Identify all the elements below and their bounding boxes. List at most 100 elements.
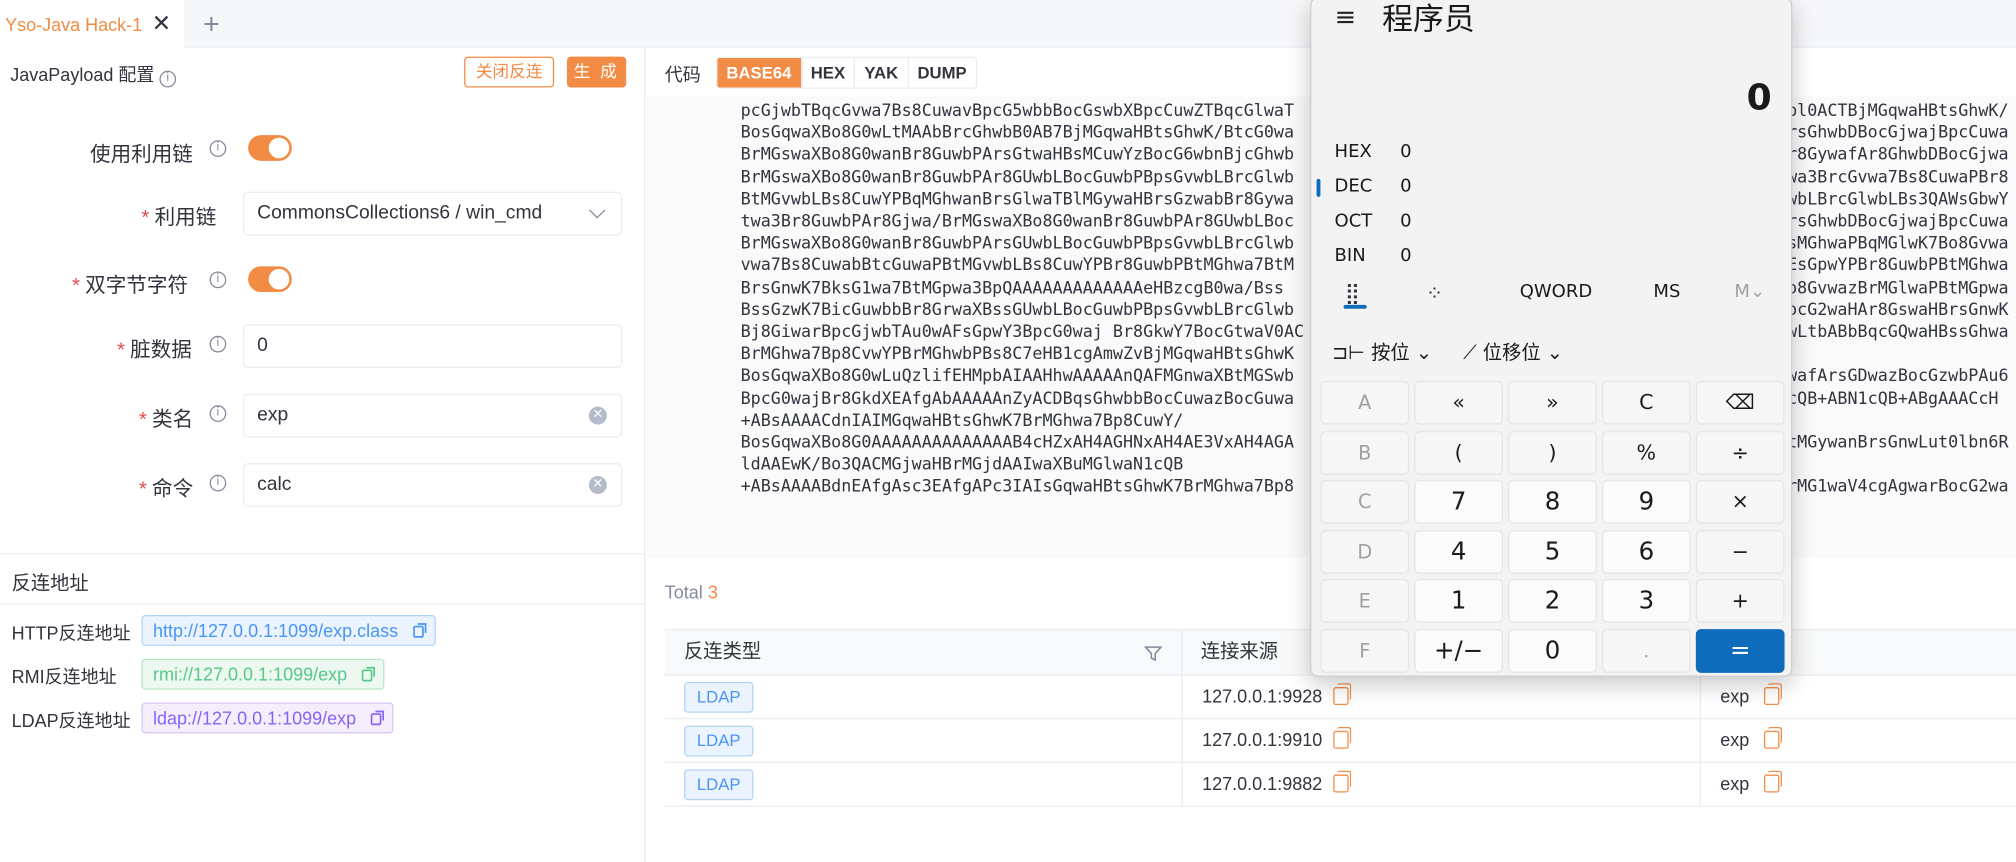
key-8[interactable]: 8 [1508,479,1597,524]
bitshift-dropdown[interactable]: ⟋ 位移位 ⌄ [1463,338,1563,365]
copy-icon[interactable] [370,710,385,726]
format-switch: BASE64 HEX YAK DUMP [716,56,977,89]
rmi-reverse-label: RMI反连地址 [11,666,117,688]
key-5[interactable]: 5 [1508,529,1597,574]
key-3[interactable]: 3 [1601,578,1691,623]
key-a[interactable]: A [1320,380,1410,425]
copy-icon[interactable] [361,666,376,682]
use-chain-label: 使用利用链 [89,144,193,166]
table-row[interactable]: LDAP 127.0.0.1:9928 exp [664,675,2016,720]
copy-icon[interactable] [412,623,427,638]
keypad-selected-indicator [1343,304,1367,309]
key-4[interactable]: 4 [1414,529,1503,574]
name-cell: exp [1720,773,1750,794]
command-label: * 命令 [138,478,194,501]
key-subtract[interactable]: − [1695,529,1785,574]
add-tab-icon[interactable]: + [203,8,220,41]
radix-oct[interactable]: OCT 0 [1311,206,1791,239]
dirty-data-input[interactable]: 0 [242,324,623,368]
use-chain-switch[interactable] [248,135,292,161]
tab-yso-java-hack[interactable]: Yso-Java Hack-1 ✕ [0,0,184,48]
bit-toggle-icon[interactable]: ⁘ [1426,280,1443,304]
format-dump[interactable]: DUMP [908,58,975,88]
copy-icon[interactable] [1333,726,1352,749]
key-d[interactable]: D [1320,529,1410,574]
name-cell: exp [1720,729,1750,751]
memory-store-button[interactable]: MS [1653,282,1680,303]
table-row[interactable]: LDAP 127.0.0.1:9882 exp [664,763,2016,807]
two-byte-switch[interactable] [248,266,292,293]
menu-icon[interactable]: ≡ [1335,1,1357,32]
config-header: JavaPayload 配置 i 关闭反连 生 成 [0,48,645,97]
key-shift-left[interactable]: « [1414,380,1503,425]
key-percent[interactable]: % [1601,430,1691,475]
key-c[interactable]: C [1320,479,1410,524]
rmi-reverse-tag[interactable]: rmi://127.0.0.1:1099/exp [141,658,385,690]
clear-icon[interactable]: ✕ [588,476,607,495]
radix-bin[interactable]: BIN 0 [1311,241,1791,274]
http-reverse-label: HTTP反连地址 [11,622,131,644]
key-add[interactable]: + [1695,578,1785,623]
bitwise-dropdown[interactable]: ⊐⊢ 按位 ⌄ [1332,338,1432,365]
key-6[interactable]: 6 [1601,529,1691,574]
copy-icon[interactable] [1763,683,1782,706]
close-reverse-button[interactable]: 关闭反连 [464,56,555,88]
clear-icon[interactable]: ✕ [588,406,607,425]
key-shift-right[interactable]: » [1508,380,1597,425]
memory-list-button[interactable]: M⌄ [1734,282,1765,303]
radix-dec[interactable]: DEC 0 [1311,171,1791,204]
key-multiply[interactable]: × [1695,479,1785,524]
key-negate[interactable]: +/− [1414,628,1503,673]
divider [0,553,646,555]
dirty-data-label: * 脏数据 [116,339,192,362]
key-2[interactable]: 2 [1508,578,1597,623]
code-line: Bj8GiwarBpcGjwbTAu0wAFsGpwY3BpcG0waj Br8… [740,322,1305,343]
key-equals[interactable]: = [1695,628,1785,673]
http-reverse-tag[interactable]: http://127.0.0.1:1099/exp.class [141,614,436,646]
key-open-paren[interactable]: ( [1414,430,1503,475]
code-line: twa3Br8GuwbPAr8Gjwa/BrMGswaXBo8G0wanBr8G… [740,212,1295,232]
copy-icon[interactable] [1763,726,1782,749]
key-9[interactable]: 9 [1601,479,1691,524]
key-0[interactable]: 0 [1508,628,1597,673]
name-cell: exp [1720,685,1750,707]
key-divide[interactable]: ÷ [1695,430,1785,475]
code-line-continued: EsGpwYPBr8GuwbPBtMGhwa [1787,256,2009,276]
filter-icon[interactable] [1144,645,1163,663]
format-base64[interactable]: BASE64 [717,57,802,88]
calculator-window: ≡ 程序员 0 HEX 0 DEC 0 OCT 0 BIN 0 ⣿ ⁘ QWORD MS… [1310,0,1793,677]
key-e[interactable]: E [1320,578,1410,623]
copy-icon[interactable] [1333,683,1352,706]
table-row[interactable]: LDAP 127.0.0.1:9910 exp [664,719,2016,763]
format-hex[interactable]: HEX [802,57,856,88]
close-icon[interactable]: ✕ [152,10,171,37]
type-badge: LDAP [683,725,754,757]
key-b[interactable]: B [1320,430,1410,475]
chain-select-value: CommonsCollections6 / win_cmd [257,201,543,224]
code-line: BpcG0wajBr8GkdXEAfgAbAAAAAnZyACDBqsGhwbb… [740,389,1295,409]
generate-button[interactable]: 生 成 [566,56,627,88]
code-line-continued: wa3BrcGvwa7Bs8CuwaPBr8 [1787,168,2009,188]
ldap-reverse-tag[interactable]: ldap://127.0.0.1:1099/exp [141,702,394,734]
keypad-icon[interactable]: ⣿ [1345,280,1360,304]
class-name-input[interactable]: exp ✕ [242,393,623,438]
format-yak[interactable]: YAK [855,57,909,88]
word-size-button[interactable]: QWORD [1520,282,1593,303]
key-1[interactable]: 1 [1414,578,1503,623]
key-decimal[interactable]: . [1601,628,1691,673]
code-line: pcGjwbTBqcGvwa7Bs8CuwavBpcG5wbbBocGswbXB… [740,101,1295,121]
copy-icon[interactable] [1333,770,1352,793]
command-input[interactable]: calc ✕ [242,463,623,507]
key-clear[interactable]: C [1601,380,1691,425]
copy-icon[interactable] [1763,770,1782,793]
code-line-continued: bl0ACTBjMGqwaHBtsGhwK/ [1787,101,2009,121]
key-7[interactable]: 7 [1414,479,1503,524]
key-backspace[interactable]: ⌫ [1695,380,1785,425]
calculator-display: 0 [1746,75,1772,119]
key-f[interactable]: F [1320,628,1410,673]
code-line-continued: rMG1waV4cgAgwarBocG2wa [1787,477,2009,498]
radix-hex[interactable]: HEX 0 [1311,136,1791,169]
chain-select[interactable]: CommonsCollections6 / win_cmd [242,191,623,236]
code-line: BrMGswaXBo8G0wanBr8GuwbPAr8GUwbLBocGuwbP… [740,168,1295,188]
key-close-paren[interactable]: ) [1508,430,1597,475]
